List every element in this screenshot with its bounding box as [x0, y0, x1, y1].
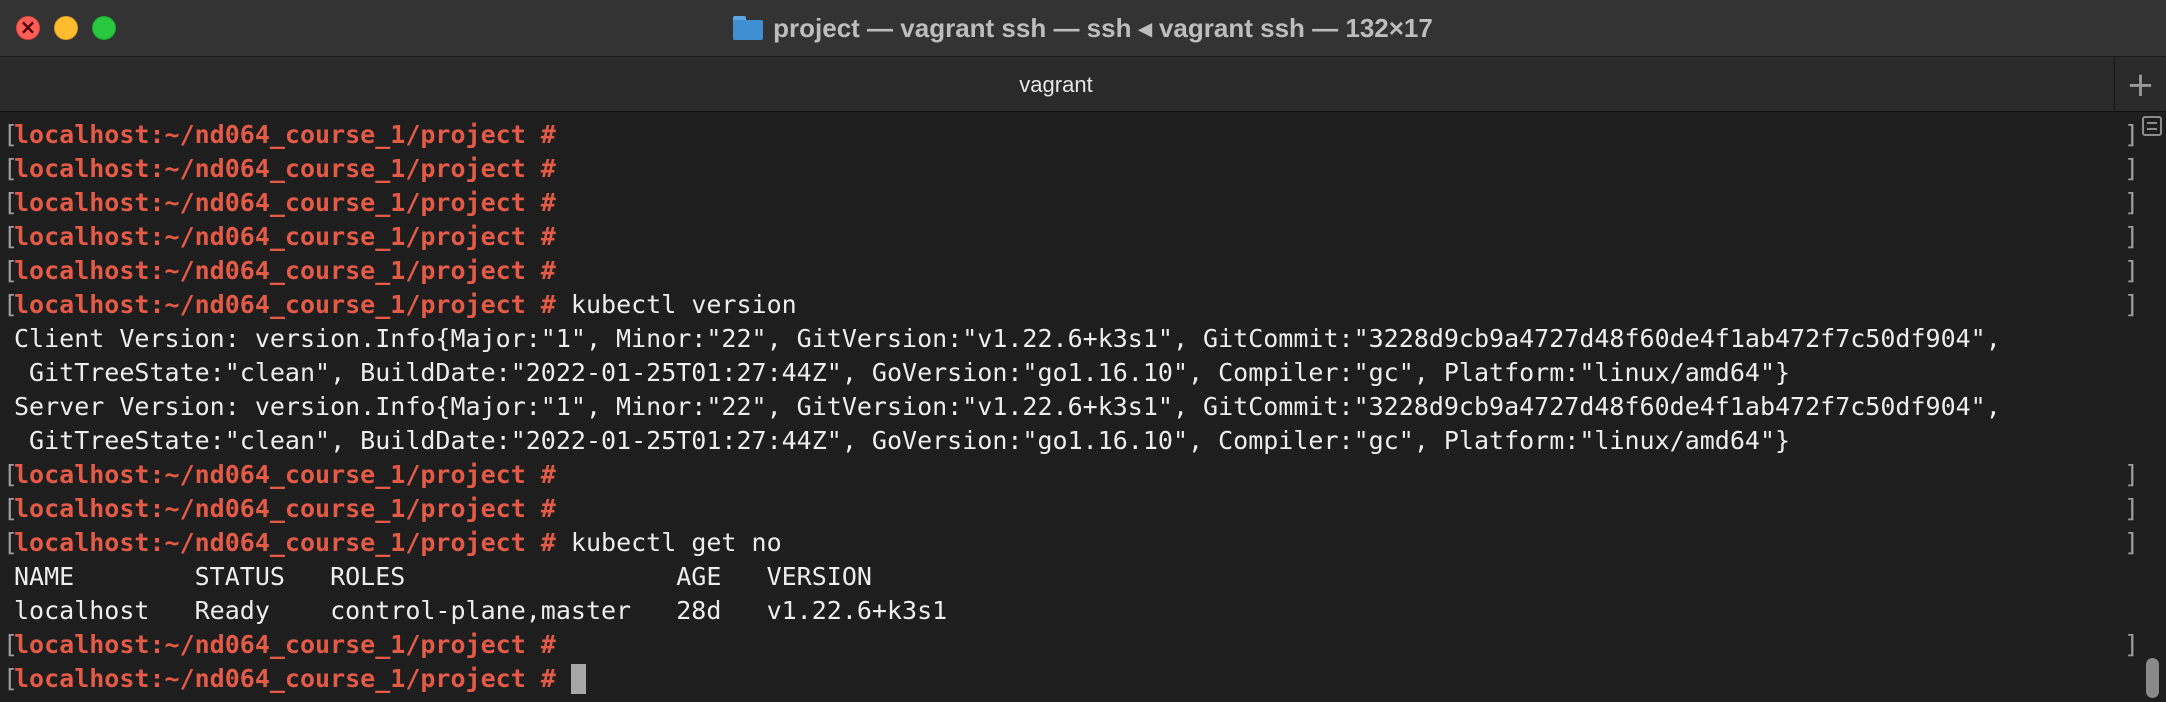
shell-prompt: localhost:~/nd064_course_1/project #	[14, 188, 556, 217]
scrollbar[interactable]	[2142, 144, 2162, 698]
minimize-window-button[interactable]	[54, 16, 78, 40]
output-line: Server Version: version.Info{Major:"1", …	[14, 390, 2124, 424]
close-window-button[interactable]	[16, 16, 40, 40]
plus-icon: +	[2126, 64, 2155, 105]
prompt-line: [localhost:~/nd064_course_1/project # ku…	[3, 526, 2139, 560]
line-mark-left: [	[3, 222, 19, 251]
terminal-content[interactable]: [localhost:~/nd064_course_1/project #][l…	[0, 112, 2166, 702]
line-mark-left: [	[3, 528, 19, 557]
folder-icon	[733, 16, 764, 40]
shell-prompt: localhost:~/nd064_course_1/project #	[14, 460, 556, 489]
tab-bar: vagrant +	[0, 56, 2166, 112]
line-mark-right: ]	[2124, 290, 2140, 319]
output-line: GitTreeState:"clean", BuildDate:"2022-01…	[14, 424, 2124, 458]
prompt-line: [localhost:~/nd064_course_1/project #]	[3, 254, 2139, 288]
command-text: kubectl version	[555, 290, 797, 319]
block-cursor	[570, 664, 586, 694]
line-mark-right: ]	[2124, 222, 2140, 251]
prompt-line: [localhost:~/nd064_course_1/project #]	[3, 186, 2139, 220]
line-mark-right: ]	[2124, 120, 2140, 149]
shell-prompt: localhost:~/nd064_course_1/project #	[14, 222, 556, 251]
command-text	[556, 664, 571, 693]
output-line: GitTreeState:"clean", BuildDate:"2022-01…	[14, 356, 2124, 390]
traffic-lights	[16, 16, 116, 40]
new-tab-button[interactable]: +	[2114, 57, 2166, 112]
prompt-line: [localhost:~/nd064_course_1/project #]	[3, 492, 2139, 526]
line-mark-left: [	[3, 120, 19, 149]
line-mark-left: [	[3, 154, 19, 183]
output-text: GitTreeState:"clean", BuildDate:"2022-01…	[14, 358, 1791, 387]
prompt-line: [localhost:~/nd064_course_1/project #]	[3, 458, 2139, 492]
shell-prompt: localhost:~/nd064_course_1/project #	[14, 154, 556, 183]
line-mark-right: ]	[2124, 494, 2140, 523]
prompt-line: [localhost:~/nd064_course_1/project #	[3, 662, 2124, 696]
shell-prompt: localhost:~/nd064_course_1/project #	[14, 120, 556, 149]
shell-prompt: localhost:~/nd064_course_1/project #	[14, 630, 556, 659]
tab-vagrant[interactable]: vagrant	[0, 57, 2112, 112]
shell-prompt: localhost:~/nd064_course_1/project #	[14, 528, 556, 557]
line-mark-right: ]	[2124, 630, 2140, 659]
outline-view-icon[interactable]	[2142, 116, 2162, 136]
output-text: Client Version: version.Info{Major:"1", …	[14, 324, 2001, 353]
shell-prompt: localhost:~/nd064_course_1/project #	[14, 256, 556, 285]
prompt-line: [localhost:~/nd064_course_1/project #]	[3, 628, 2139, 662]
line-mark-left: [	[3, 290, 19, 319]
prompt-line: [localhost:~/nd064_course_1/project # ku…	[3, 288, 2139, 322]
scrollbar-thumb[interactable]	[2146, 658, 2159, 698]
line-mark-left: [	[3, 188, 19, 217]
prompt-line: [localhost:~/nd064_course_1/project #]	[3, 152, 2139, 186]
output-text: Server Version: version.Info{Major:"1", …	[14, 392, 2001, 421]
output-text: GitTreeState:"clean", BuildDate:"2022-01…	[14, 426, 1791, 455]
command-text: kubectl get no	[555, 528, 782, 557]
shell-prompt: localhost:~/nd064_course_1/project #	[14, 664, 556, 693]
terminal-window: project — vagrant ssh — ssh ◂ vagrant ss…	[0, 0, 2166, 702]
line-mark-left: [	[3, 664, 19, 693]
line-mark-left: [	[3, 460, 19, 489]
zoom-window-button[interactable]	[92, 16, 116, 40]
window-title-group: project — vagrant ssh — ssh ◂ vagrant ss…	[733, 13, 1433, 44]
tab-label: vagrant	[1019, 71, 1093, 97]
prompt-line: [localhost:~/nd064_course_1/project #]	[3, 118, 2139, 152]
shell-prompt: localhost:~/nd064_course_1/project #	[14, 290, 556, 319]
output-text: NAME STATUS ROLES AGE VERSION	[14, 562, 872, 591]
line-mark-left: [	[3, 630, 19, 659]
line-mark-right: ]	[2124, 154, 2140, 183]
line-mark-right: ]	[2124, 460, 2140, 489]
terminal-screen[interactable]: [localhost:~/nd064_course_1/project #][l…	[3, 118, 2139, 696]
line-mark-left: [	[3, 494, 19, 523]
output-text: localhost Ready control-plane,master 28d…	[14, 596, 948, 625]
shell-prompt: localhost:~/nd064_course_1/project #	[14, 494, 556, 523]
line-mark-left: [	[3, 256, 19, 285]
output-line: Client Version: version.Info{Major:"1", …	[14, 322, 2124, 356]
output-line: localhost Ready control-plane,master 28d…	[14, 594, 2124, 628]
title-bar[interactable]: project — vagrant ssh — ssh ◂ vagrant ss…	[0, 0, 2166, 56]
folder-icon-body	[733, 20, 764, 40]
line-mark-right: ]	[2124, 256, 2140, 285]
line-mark-right: ]	[2124, 528, 2140, 557]
line-mark-right: ]	[2124, 188, 2140, 217]
window-title: project — vagrant ssh — ssh ◂ vagrant ss…	[773, 12, 1433, 43]
prompt-line: [localhost:~/nd064_course_1/project #]	[3, 220, 2139, 254]
output-line: NAME STATUS ROLES AGE VERSION	[14, 560, 2124, 594]
